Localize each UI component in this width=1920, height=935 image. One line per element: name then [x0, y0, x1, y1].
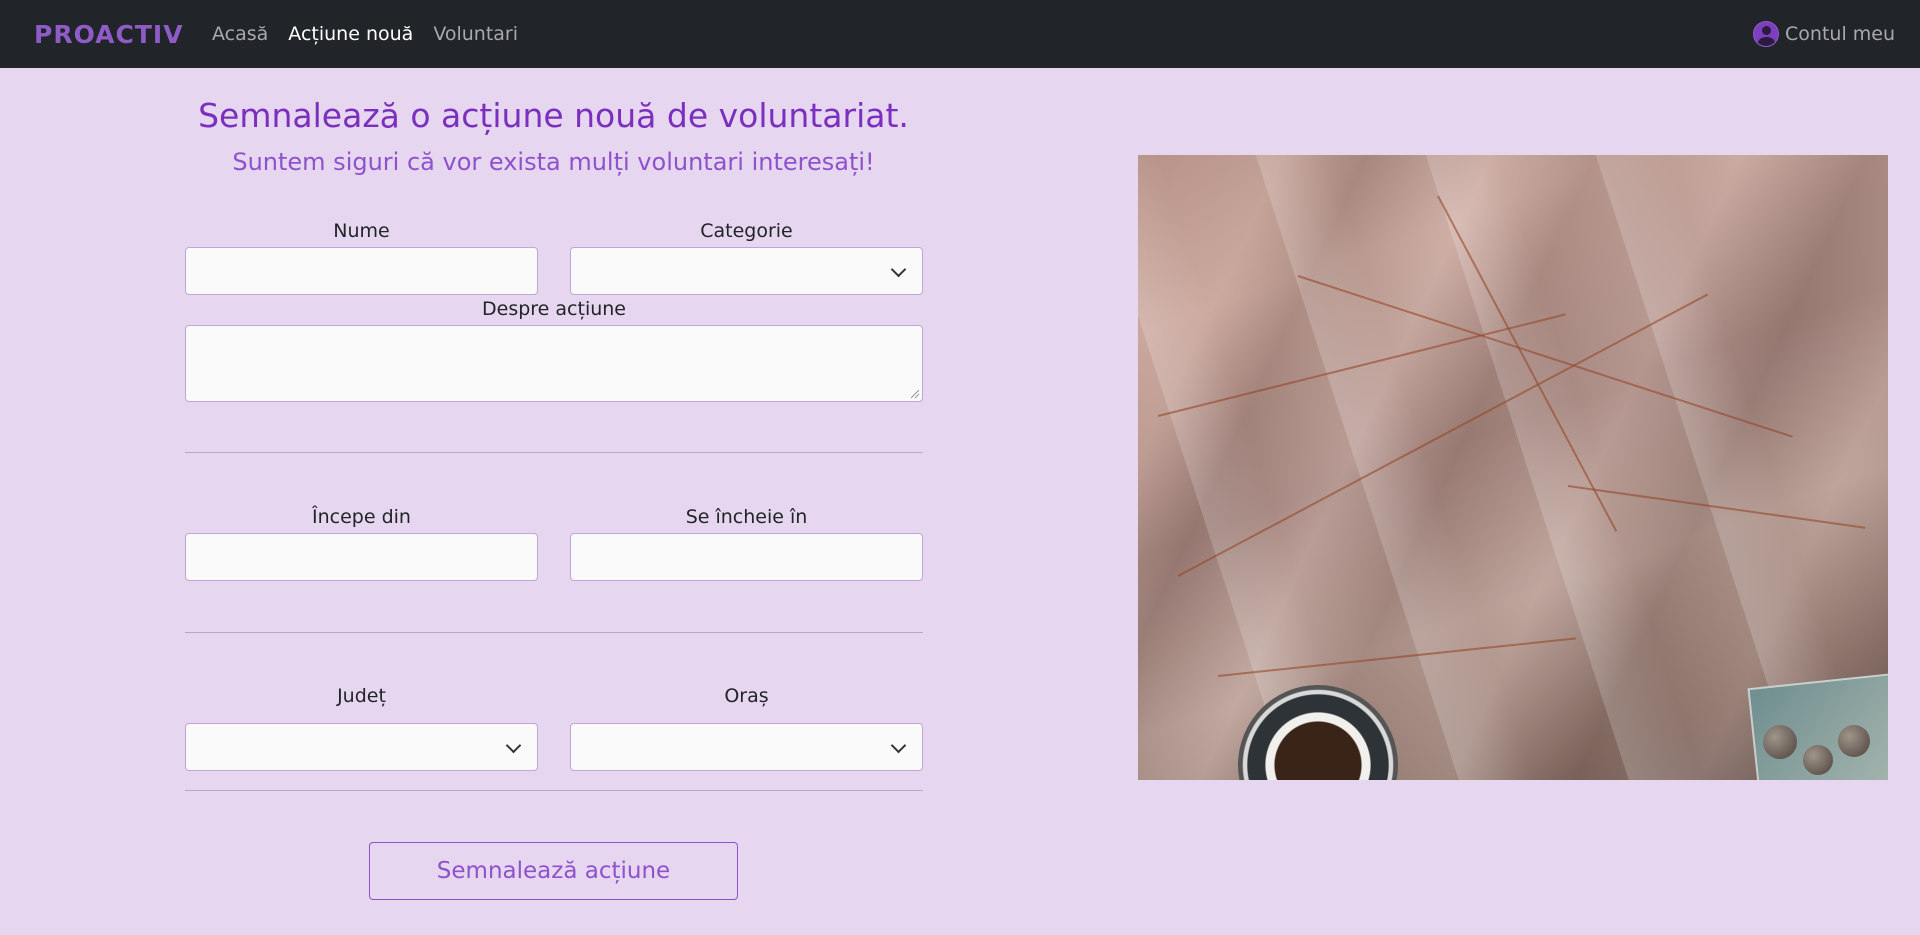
category-label: Categorie — [700, 220, 793, 242]
account-menu[interactable]: Contul meu — [1753, 0, 1895, 68]
account-label: Contul meu — [1785, 23, 1895, 45]
brand-text: PROACTIV — [34, 19, 184, 49]
name-label: Nume — [333, 220, 390, 242]
coin — [1803, 745, 1833, 775]
city-label: Oraș — [724, 685, 769, 707]
about-textarea[interactable] — [185, 325, 923, 402]
category-select[interactable] — [570, 247, 923, 295]
page-subtitle: Suntem siguri că vor exista mulți volunt… — [232, 148, 875, 176]
chevron-down-icon — [505, 737, 522, 754]
name-input[interactable] — [185, 247, 538, 295]
county-label: Județ — [337, 685, 386, 707]
chevron-down-icon — [890, 737, 907, 754]
chevron-down-icon — [890, 261, 907, 278]
divider — [185, 452, 923, 453]
end-date-input[interactable] — [570, 533, 923, 581]
top-navbar: PROACTIV Acasă Acțiune nouă Voluntari Co… — [0, 0, 1920, 68]
end-date-label: Se încheie în — [685, 506, 808, 528]
city-select[interactable] — [570, 723, 923, 771]
user-avatar-icon — [1753, 21, 1780, 47]
submit-action-button[interactable]: Semnalează acțiune — [369, 842, 738, 900]
nav-link-home[interactable]: Acasă — [212, 23, 268, 45]
divider — [185, 790, 923, 791]
brand-logo[interactable]: PROACTIV — [34, 18, 184, 50]
start-date-input[interactable] — [185, 533, 538, 581]
nav-link-new-action[interactable]: Acțiune nouă — [288, 23, 413, 45]
about-label: Despre acțiune — [482, 298, 626, 320]
coin — [1763, 725, 1797, 759]
map-coffee-photo — [1138, 155, 1888, 780]
coin — [1838, 725, 1870, 757]
page-title: Semnalează o acțiune nouă de voluntariat… — [198, 96, 909, 135]
divider — [185, 632, 923, 633]
resize-grip-icon[interactable] — [911, 390, 919, 398]
nav-links: Acasă Acțiune nouă Voluntari — [212, 0, 538, 68]
start-date-label: Începe din — [312, 506, 411, 528]
county-select[interactable] — [185, 723, 538, 771]
nav-link-volunteers[interactable]: Voluntari — [433, 23, 518, 45]
